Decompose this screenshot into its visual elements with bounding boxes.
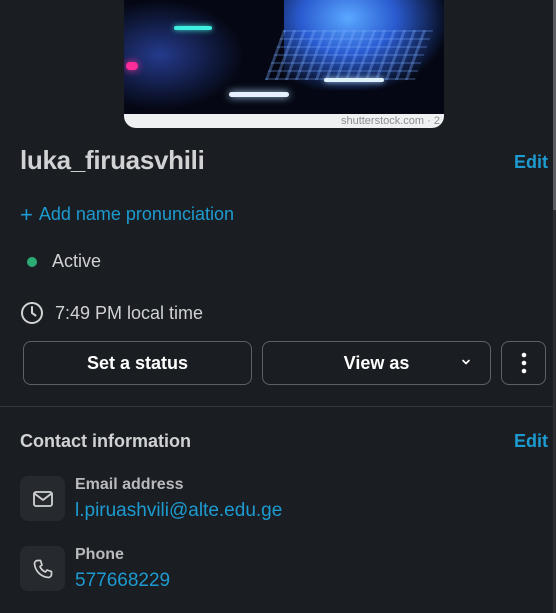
edit-profile-link[interactable]: Edit <box>514 152 548 173</box>
phone-icon-box <box>20 546 65 591</box>
plus-icon: + <box>20 201 33 227</box>
local-time-row: 7:49 PM local time <box>20 301 203 325</box>
photo-glow <box>124 0 244 110</box>
presence-status: Active <box>52 251 102 271</box>
phone-icon <box>33 559 52 578</box>
photo-light-streak <box>174 26 212 30</box>
photo-light-streak <box>324 78 384 82</box>
profile-photo[interactable]: shutterstock.com · 2 <box>124 0 444 128</box>
presence-dot-icon <box>27 256 37 267</box>
email-icon-box <box>20 476 65 521</box>
view-as-button[interactable]: View as <box>262 341 491 385</box>
email-link[interactable]: l.piruashvili@alte.edu.ge <box>75 500 282 522</box>
photo-watermark-bar: shutterstock.com · 2 <box>124 114 444 128</box>
photo-texture <box>264 30 434 80</box>
clock-icon <box>21 302 43 324</box>
photo-light-streak <box>229 92 289 97</box>
envelope-icon <box>32 490 53 507</box>
email-label: Email address <box>75 476 184 493</box>
more-vertical-icon <box>521 352 526 374</box>
edit-contact-link[interactable]: Edit <box>514 431 548 452</box>
phone-label: Phone <box>75 546 124 563</box>
local-time: 7:49 PM local time <box>55 302 204 323</box>
phone-link[interactable]: 577668229 <box>75 570 170 592</box>
photo-light-streak <box>126 62 138 70</box>
set-status-button[interactable]: Set a status <box>23 341 252 385</box>
section-divider <box>0 406 553 407</box>
chevron-down-icon <box>462 359 470 365</box>
add-pronunciation-link[interactable]: + Add name pronunciation <box>20 201 234 227</box>
more-actions-button[interactable] <box>501 341 546 385</box>
view-as-label: View as <box>343 352 410 373</box>
presence-row: Active <box>20 251 101 272</box>
display-name: luka_firuasvhili <box>20 145 205 175</box>
photo-credit: shutterstock.com · 2 <box>340 115 440 127</box>
contact-section-title: Contact information <box>20 431 191 451</box>
add-pronunciation-label: Add name pronunciation <box>38 204 234 224</box>
profile-panel: shutterstock.com · 2 luka_firuasvhili Ed… <box>0 0 556 613</box>
